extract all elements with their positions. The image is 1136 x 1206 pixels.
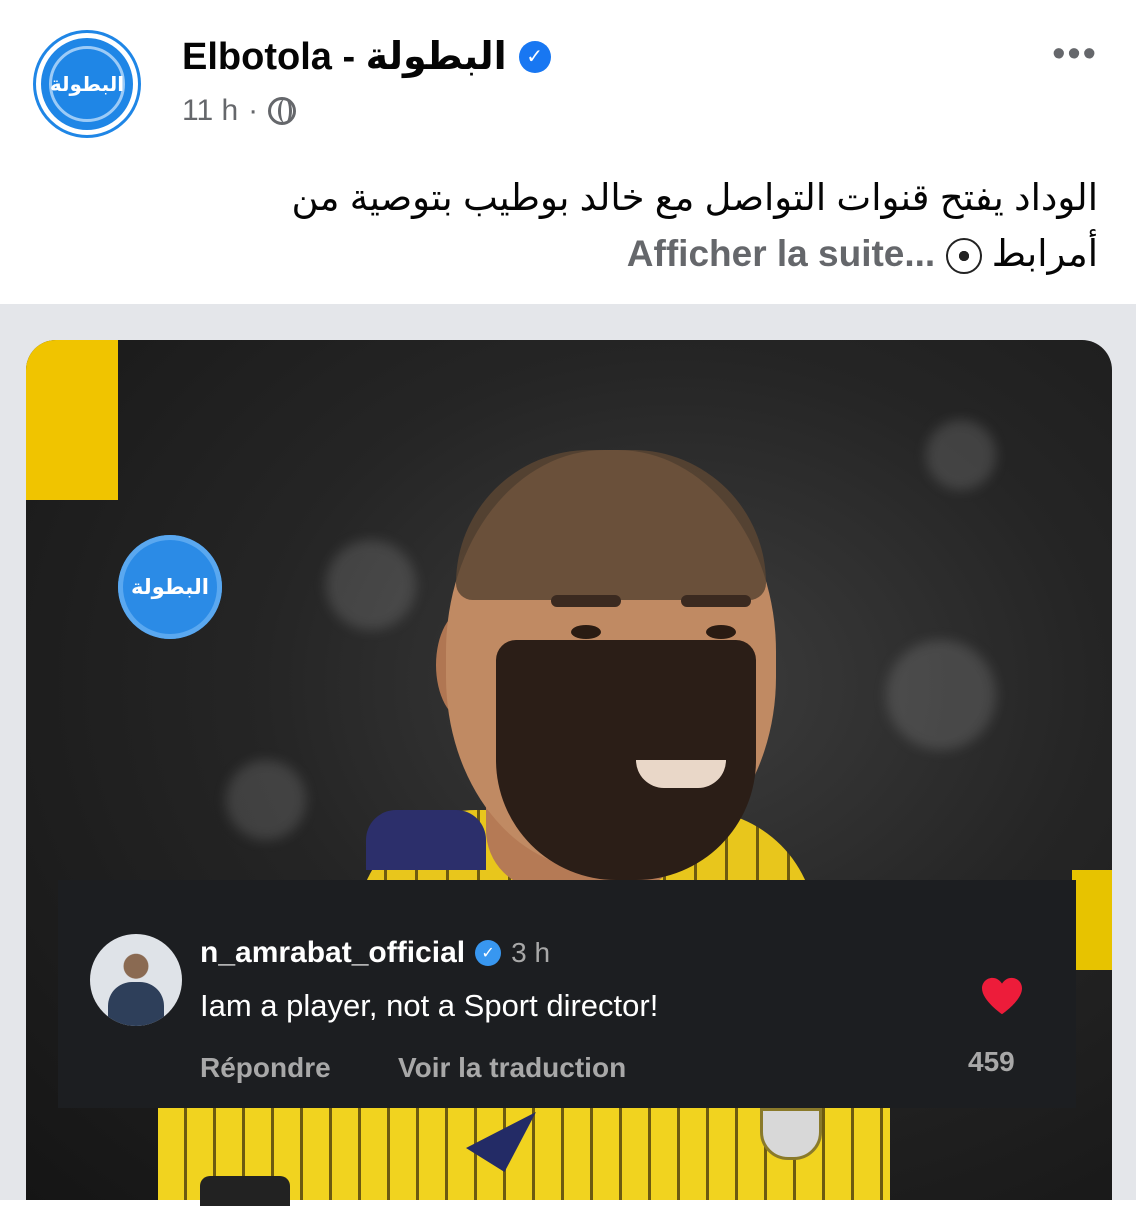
caption-line-1: الوداد يفتح قنوات التواصل مع خالد بوطيب … [291, 177, 1098, 218]
page-name-link[interactable]: Elbotola - البطولة ✓ [182, 34, 551, 79]
post-meta: 11 h · [182, 94, 297, 128]
page-name: Elbotola - البطولة [182, 36, 507, 78]
bokeh-light [326, 540, 416, 630]
page-avatar[interactable]: البطولة [36, 33, 138, 135]
post-caption: الوداد يفتح قنوات التواصل مع خالد بوطيب … [98, 170, 1098, 282]
player-collar [366, 810, 486, 870]
bokeh-light [926, 420, 996, 490]
more-options-button[interactable]: ••• [1052, 35, 1098, 73]
heart-icon[interactable] [980, 976, 1024, 1016]
yellow-graphic-right [1072, 870, 1112, 970]
player-hair [456, 450, 766, 600]
soccer-ball-icon [945, 238, 982, 275]
caption-line-2-text: أمرابط [991, 233, 1098, 274]
bokeh-light [226, 760, 306, 840]
club-badge [760, 1108, 822, 1160]
comment-time: 3 h [511, 937, 551, 968]
player-eye [706, 625, 736, 639]
player-mouth [636, 760, 726, 788]
globe-icon [268, 97, 297, 125]
verified-badge-icon: ✓ [475, 940, 502, 966]
post-time[interactable]: 11 h [182, 94, 238, 128]
player-brow [681, 595, 751, 607]
jersey-patch [200, 1176, 290, 1206]
comment-card: n_amrabat_official ✓ 3 h Iam a player, n… [58, 880, 1076, 1108]
meta-separator: · [248, 94, 259, 127]
caption-line-2: أمرابط Afficher la suite... [98, 226, 1098, 282]
player-brow [551, 595, 621, 607]
page-avatar-logo: البطولة [49, 46, 125, 122]
yellow-graphic-corner [26, 340, 118, 500]
commenter-username[interactable]: n_amrabat_official [200, 936, 465, 970]
comment-like-count: 459 [968, 1046, 1015, 1077]
comment-text: Iam a player, not a Sport director! [200, 988, 659, 1023]
bokeh-light [886, 640, 996, 750]
player-eye [571, 625, 601, 639]
commenter-avatar[interactable] [90, 934, 182, 1026]
see-translation-button[interactable]: Voir la traduction [398, 1052, 626, 1084]
commenter-header: n_amrabat_official ✓ 3 h [200, 936, 550, 970]
verified-badge-icon: ✓ [518, 40, 551, 73]
see-more-link[interactable]: Afficher la suite... [627, 233, 935, 274]
brand-watermark-logo: البطولة [118, 535, 222, 639]
reply-button[interactable]: Répondre [200, 1052, 331, 1084]
